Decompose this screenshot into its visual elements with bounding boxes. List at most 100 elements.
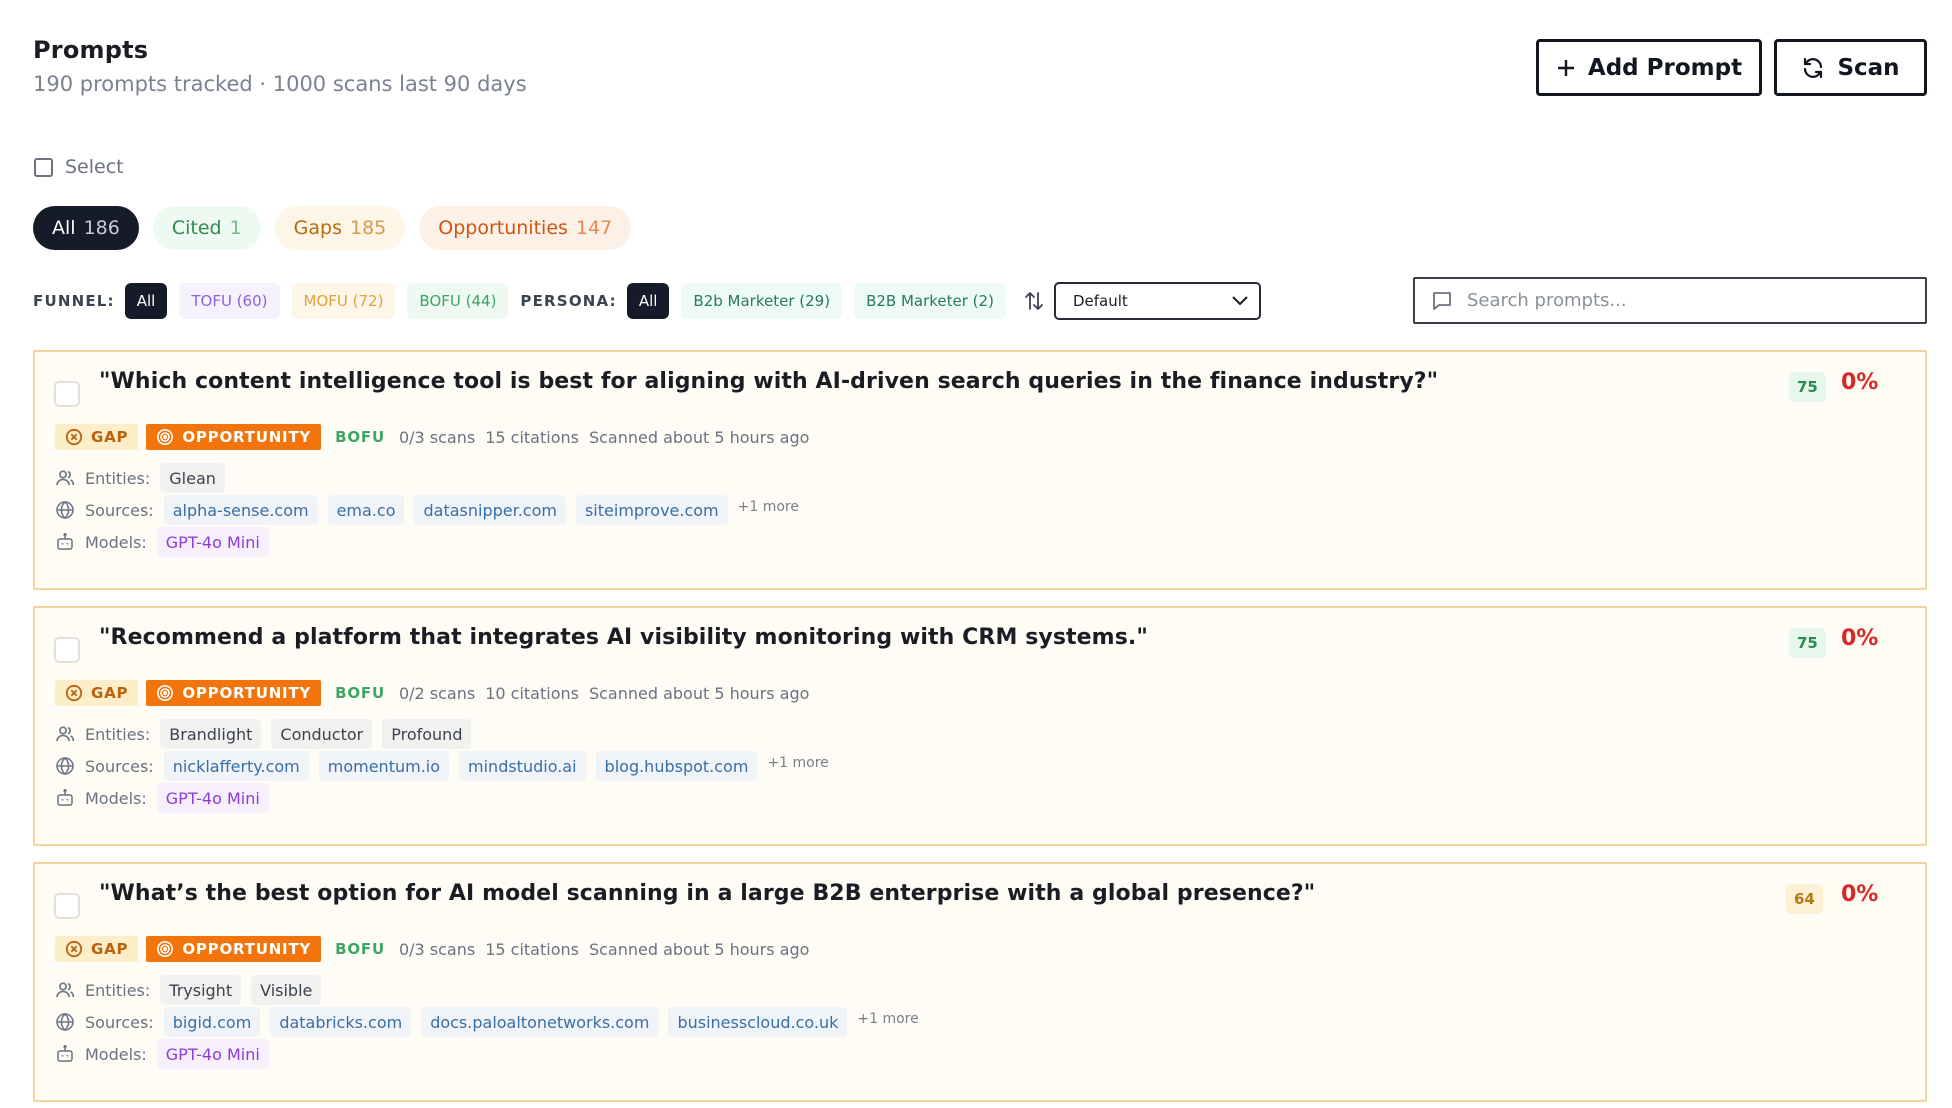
- bot-icon: [57, 788, 73, 806]
- prompt-card[interactable]: "What’s the best option for AI model sca…: [33, 862, 1927, 1102]
- plus-icon: [1557, 59, 1574, 76]
- globe-icon: [56, 1012, 74, 1032]
- tab-count: 186: [83, 217, 120, 239]
- citation-count: 15 citations: [485, 939, 579, 959]
- scanned-time: Scanned about 5 hours ago: [588, 683, 810, 703]
- prompt-score: 64: [1786, 884, 1823, 914]
- source-link[interactable]: datasnipper.com: [414, 495, 566, 525]
- models-row: Models: GPT-4o Mini: [55, 783, 279, 813]
- source-link[interactable]: docs.paloaltonetworks.com: [421, 1007, 659, 1037]
- sources-label: Sources:: [85, 500, 154, 520]
- funnel-filter-bofu[interactable]: BOFU (44): [407, 283, 509, 319]
- source-link[interactable]: bigid.com: [163, 1007, 261, 1037]
- source-link[interactable]: alpha-sense.com: [163, 495, 318, 525]
- model-tag[interactable]: GPT-4o Mini: [156, 783, 269, 813]
- source-link[interactable]: mindstudio.ai: [459, 751, 586, 781]
- persona-filter-all[interactable]: All: [626, 283, 670, 319]
- sources-row: Sources: alpha-sense.com ema.co datasnip…: [55, 495, 799, 525]
- tab-count: 185: [350, 217, 387, 239]
- source-link[interactable]: nicklafferty.com: [163, 751, 309, 781]
- scan-label: Scan: [1837, 54, 1900, 81]
- funnel-filter-mofu[interactable]: MOFU (72): [291, 283, 396, 319]
- sources-row: Sources: nicklafferty.com momentum.io mi…: [55, 751, 829, 781]
- search-input[interactable]: Search prompts...: [1413, 277, 1927, 324]
- sort-icon[interactable]: [1024, 290, 1044, 312]
- prompt-visibility-percent: 0%: [1841, 882, 1879, 907]
- source-link[interactable]: blog.hubspot.com: [595, 751, 758, 781]
- opportunity-label: OPPORTUNITY: [182, 940, 312, 958]
- tab-gaps[interactable]: Gaps 185: [274, 206, 406, 250]
- bot-icon: [57, 532, 73, 550]
- gap-badge: GAP: [55, 424, 139, 450]
- filter-bar: FUNNEL: All TOFU (60) MOFU (72) BOFU (44…: [33, 281, 1261, 321]
- page-subtitle: 190 prompts tracked · 1000 scans last 90…: [33, 72, 527, 96]
- sort-dropdown[interactable]: Default: [1053, 282, 1261, 320]
- tab-cited[interactable]: Cited 1: [152, 206, 261, 250]
- persona-filter-b2b-marketer[interactable]: B2b Marketer (29): [681, 283, 843, 319]
- message-icon: [1433, 291, 1451, 310]
- tab-count: 147: [575, 217, 613, 239]
- globe-icon: [56, 756, 74, 776]
- add-prompt-label: Add Prompt: [1587, 54, 1743, 81]
- target-icon: [157, 429, 174, 445]
- prompt-badges: GAP OPPORTUNITY BOFU 0/3 scans 15 citati…: [55, 936, 819, 962]
- models-label: Models:: [85, 1044, 147, 1064]
- more-sources-link[interactable]: +1 more: [738, 499, 799, 515]
- prompt-card[interactable]: "Recommend a platform that integrates AI…: [33, 606, 1927, 846]
- more-sources-link[interactable]: +1 more: [857, 1011, 918, 1027]
- tab-opportunities[interactable]: Opportunities 147: [419, 206, 632, 250]
- tab-label: Opportunities: [438, 217, 568, 239]
- opportunity-label: OPPORTUNITY: [182, 684, 312, 702]
- source-link[interactable]: businesscloud.co.uk: [668, 1007, 848, 1037]
- prompt-visibility-percent: 0%: [1841, 370, 1879, 395]
- entity-tag[interactable]: Profound: [382, 719, 472, 749]
- page-title: Prompts: [33, 36, 149, 64]
- users-icon: [56, 726, 75, 742]
- tab-count: 1: [229, 217, 242, 239]
- prompt-card[interactable]: "Which content intelligence tool is best…: [33, 350, 1927, 590]
- prompt-question: "Which content intelligence tool is best…: [99, 369, 1439, 394]
- chevron-down-icon: [1232, 296, 1248, 306]
- source-link[interactable]: momentum.io: [318, 751, 450, 781]
- scan-count: 0/3 scans: [398, 939, 476, 959]
- more-sources-link[interactable]: +1 more: [767, 755, 828, 771]
- tab-all[interactable]: All 186: [33, 206, 139, 250]
- users-icon: [56, 982, 75, 998]
- gap-label: GAP: [91, 684, 129, 702]
- users-icon: [56, 470, 75, 486]
- prompt-checkbox[interactable]: [54, 637, 80, 663]
- opportunity-badge: OPPORTUNITY: [146, 424, 322, 450]
- entity-tag[interactable]: Brandlight: [160, 719, 262, 749]
- prompt-checkbox[interactable]: [54, 893, 80, 919]
- scan-count: 0/3 scans: [398, 427, 476, 447]
- models-row: Models: GPT-4o Mini: [55, 1039, 279, 1069]
- funnel-filter-tofu[interactable]: TOFU (60): [179, 283, 280, 319]
- entity-tag[interactable]: Glean: [160, 463, 225, 493]
- source-link[interactable]: siteimprove.com: [575, 495, 728, 525]
- entity-tag[interactable]: Trysight: [160, 975, 242, 1005]
- persona-filter-b2b-marketer-upper[interactable]: B2B Marketer (2): [854, 283, 1006, 319]
- funnel-filter-all[interactable]: All: [124, 283, 168, 319]
- scanned-time: Scanned about 5 hours ago: [588, 427, 810, 447]
- entities-label: Entities:: [85, 724, 151, 744]
- model-tag[interactable]: GPT-4o Mini: [156, 1039, 269, 1069]
- scan-button[interactable]: Scan: [1774, 39, 1927, 96]
- sources-label: Sources:: [85, 756, 154, 776]
- x-circle-icon: [65, 428, 83, 446]
- search-placeholder: Search prompts...: [1467, 290, 1627, 311]
- source-link[interactable]: databricks.com: [270, 1007, 412, 1037]
- add-prompt-button[interactable]: Add Prompt: [1536, 39, 1762, 96]
- entity-tag[interactable]: Conductor: [271, 719, 373, 749]
- gap-badge: GAP: [55, 936, 139, 962]
- entities-label: Entities:: [85, 980, 151, 1000]
- select-all-checkbox[interactable]: [34, 157, 53, 177]
- select-all[interactable]: Select: [34, 156, 124, 178]
- prompt-checkbox[interactable]: [54, 381, 80, 407]
- source-link[interactable]: ema.co: [327, 495, 405, 525]
- sources-label: Sources:: [85, 1012, 154, 1032]
- entity-tag[interactable]: Visible: [251, 975, 322, 1005]
- model-tag[interactable]: GPT-4o Mini: [156, 527, 269, 557]
- sort-value: Default: [1072, 292, 1128, 310]
- opportunity-badge: OPPORTUNITY: [146, 680, 322, 706]
- opportunity-label: OPPORTUNITY: [182, 428, 312, 446]
